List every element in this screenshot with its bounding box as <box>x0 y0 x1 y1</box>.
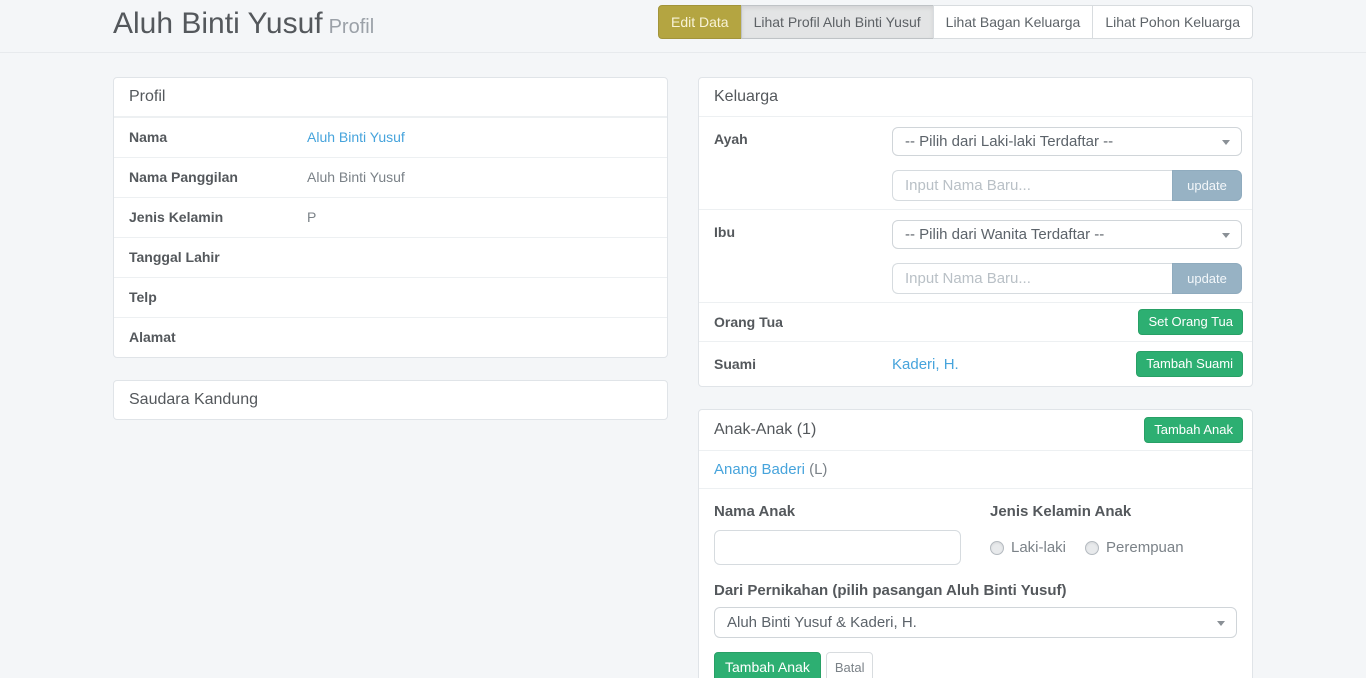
tambah-anak-header-button[interactable]: Tambah Anak <box>1144 417 1243 443</box>
saudara-kandung-panel: Saudara Kandung <box>113 380 668 420</box>
nama-anak-label: Nama Anak <box>714 504 961 520</box>
orang-tua-row: Orang Tua Set Orang Tua <box>699 302 1252 341</box>
row-label: Nama <box>114 118 307 157</box>
row-label: Jenis Kelamin <box>114 198 307 237</box>
table-row-tanggal-lahir: Tanggal Lahir <box>114 237 667 277</box>
suami-link[interactable]: Kaderi, H. <box>892 356 959 373</box>
child-list-item: Anang Baderi (L) <box>699 451 1252 489</box>
child-link[interactable]: Anang Baderi <box>714 461 805 478</box>
ayah-label: Ayah <box>699 117 892 209</box>
saudara-kandung-heading: Saudara Kandung <box>114 381 667 419</box>
edit-data-button[interactable]: Edit Data <box>658 5 742 39</box>
ibu-select-value: -- Pilih dari Wanita Terdaftar -- <box>905 226 1104 243</box>
table-row-nama: Nama Aluh Binti Yusuf <box>114 117 667 157</box>
ibu-update-button[interactable]: update <box>1172 263 1242 294</box>
ibu-select[interactable]: -- Pilih dari Wanita Terdaftar -- <box>892 220 1242 249</box>
row-value: P <box>307 198 667 237</box>
profil-panel-heading: Profil <box>114 78 667 117</box>
jenis-kelamin-anak-label: Jenis Kelamin Anak <box>990 504 1237 520</box>
row-label: Tanggal Lahir <box>114 238 307 277</box>
radio-perempuan[interactable]: Perempuan <box>1085 540 1184 555</box>
page-title: Aluh Binti Yusuf Profil <box>113 5 374 46</box>
radio-perempuan-label: Perempuan <box>1106 540 1184 555</box>
nama-link[interactable]: Aluh Binti Yusuf <box>307 129 405 145</box>
radio-icon <box>990 541 1004 555</box>
pernikahan-select[interactable]: Aluh Binti Yusuf & Kaderi, H. <box>714 607 1237 638</box>
suami-label: Suami <box>699 355 892 374</box>
row-value <box>307 318 667 338</box>
person-name: Aluh Binti Yusuf <box>113 7 323 40</box>
ayah-update-button[interactable]: update <box>1172 170 1242 201</box>
anak-anak-heading: Anak-Anak (1) <box>714 418 816 442</box>
orang-tua-label: Orang Tua <box>699 313 892 332</box>
child-gender: (L) <box>809 461 827 478</box>
row-value: Aluh Binti Yusuf <box>307 158 667 197</box>
ayah-select[interactable]: -- Pilih dari Laki-laki Terdaftar -- <box>892 127 1242 156</box>
row-value <box>307 278 667 298</box>
page-header: Aluh Binti Yusuf Profil Edit Data Lihat P… <box>0 0 1366 53</box>
add-child-form: Nama Anak Jenis Kelamin Anak Laki-laki <box>699 489 1252 678</box>
row-label: Telp <box>114 278 307 317</box>
left-column: Profil Nama Aluh Binti Yusuf Nama Panggi… <box>113 77 668 442</box>
radio-laki-laki-label: Laki-laki <box>1011 540 1066 555</box>
anak-anak-panel: Anak-Anak (1) Tambah Anak Anang Baderi (… <box>698 409 1253 678</box>
chevron-down-icon <box>1217 621 1225 626</box>
dari-pernikahan-label: Dari Pernikahan (pilih pasangan Aluh Bin… <box>714 583 1237 599</box>
table-row-alamat: Alamat <box>114 317 667 357</box>
set-orang-tua-button[interactable]: Set Orang Tua <box>1138 309 1243 335</box>
table-row-telp: Telp <box>114 277 667 317</box>
ayah-new-name-input[interactable] <box>892 170 1172 201</box>
chevron-down-icon <box>1222 140 1230 145</box>
ibu-label: Ibu <box>699 210 892 302</box>
pernikahan-select-value: Aluh Binti Yusuf & Kaderi, H. <box>727 614 917 631</box>
radio-icon <box>1085 541 1099 555</box>
nama-anak-input[interactable] <box>714 530 961 565</box>
ibu-new-name-input[interactable] <box>892 263 1172 294</box>
keluarga-panel-heading: Keluarga <box>699 78 1252 116</box>
table-row-jenis-kelamin: Jenis Kelamin P <box>114 197 667 237</box>
ayah-select-value: -- Pilih dari Laki-laki Terdaftar -- <box>905 133 1113 150</box>
lihat-profil-button[interactable]: Lihat Profil Aluh Binti Yusuf <box>741 5 934 39</box>
tambah-suami-button[interactable]: Tambah Suami <box>1136 351 1243 377</box>
chevron-down-icon <box>1222 233 1230 238</box>
ibu-row: Ibu -- Pilih dari Wanita Terdaftar -- up… <box>699 209 1252 302</box>
radio-laki-laki[interactable]: Laki-laki <box>990 540 1066 555</box>
row-label: Alamat <box>114 318 307 357</box>
row-label: Nama Panggilan <box>114 158 307 197</box>
right-column: Keluarga Ayah -- Pilih dari Laki-laki Te… <box>698 77 1253 678</box>
batal-button[interactable]: Batal <box>826 652 874 678</box>
tambah-anak-submit-button[interactable]: Tambah Anak <box>714 652 821 678</box>
lihat-bagan-keluarga-button[interactable]: Lihat Bagan Keluarga <box>933 5 1094 39</box>
profil-panel: Profil Nama Aluh Binti Yusuf Nama Panggi… <box>113 77 668 358</box>
suami-row: Suami Kaderi, H. Tambah Suami <box>699 341 1252 386</box>
view-toolbar: Edit Data Lihat Profil Aluh Binti Yusuf … <box>658 5 1253 39</box>
ayah-row: Ayah -- Pilih dari Laki-laki Terdaftar -… <box>699 116 1252 209</box>
page-subtitle: Profil <box>329 16 375 38</box>
lihat-pohon-keluarga-button[interactable]: Lihat Pohon Keluarga <box>1092 5 1253 39</box>
keluarga-panel: Keluarga Ayah -- Pilih dari Laki-laki Te… <box>698 77 1253 387</box>
row-value <box>307 238 667 258</box>
table-row-nama-panggilan: Nama Panggilan Aluh Binti Yusuf <box>114 157 667 197</box>
